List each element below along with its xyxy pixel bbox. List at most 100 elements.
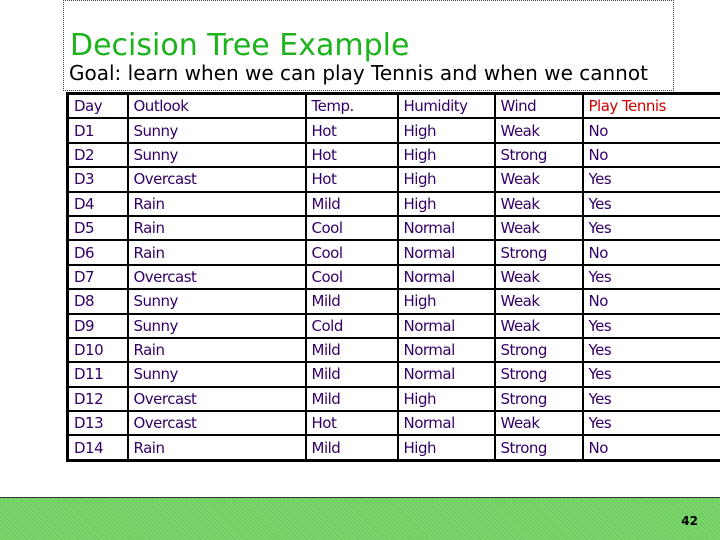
table-cell: High (396, 117, 496, 144)
table-cell: Yes (581, 336, 720, 364)
table-cell: Mild (304, 190, 399, 217)
table-cell: Hot (304, 117, 399, 144)
table-cell: Cool (304, 263, 399, 291)
table-cell: Sunny (126, 117, 307, 144)
column-header: Humidity (396, 92, 496, 120)
table-row: D14 Rain Mild High Strong No (66, 434, 720, 462)
column-header: Play Tennis (581, 92, 720, 120)
column-header: Temp. (304, 92, 399, 120)
table-cell: Hot (304, 410, 399, 437)
table-row: D11 Sunny Mild Normal Strong Yes (66, 361, 720, 388)
table-row: D6 Rain Cool Normal Strong No (66, 239, 720, 266)
table-cell: High (396, 434, 496, 462)
table-cell: Mild (304, 434, 399, 462)
table-cell: Weak (493, 214, 584, 242)
table-cell: D13 (66, 410, 129, 437)
table-cell: Strong (493, 434, 584, 462)
table-row: D3 Overcast Hot High Weak Yes (66, 166, 720, 193)
table-cell: Cool (304, 239, 399, 266)
table-cell: D10 (66, 336, 129, 364)
slide-title: Decision Tree Example (70, 28, 410, 63)
table-cell: Overcast (126, 385, 307, 413)
table-cell: High (396, 190, 496, 217)
table-cell: D11 (66, 361, 129, 388)
table-header-row: Day Outlook Temp. Humidity Wind Play Tennis (66, 92, 720, 120)
table-cell: No (581, 239, 720, 266)
table-cell: Yes (581, 410, 720, 437)
table-cell: Weak (493, 263, 584, 291)
table-cell: Hot (304, 141, 399, 169)
table-cell: Overcast (126, 410, 307, 437)
table-cell: Rain (126, 190, 307, 217)
page-number: 42 (681, 514, 698, 528)
table-cell: High (396, 141, 496, 169)
table-cell: Yes (581, 190, 720, 217)
table-cell: Mild (304, 385, 399, 413)
table-cell: Normal (396, 410, 496, 437)
table-cell: Yes (581, 214, 720, 242)
table-cell: Weak (493, 288, 584, 315)
table-cell: Sunny (126, 288, 307, 315)
table-row: D1 Sunny Hot High Weak No (66, 117, 720, 144)
column-header: Day (66, 92, 129, 120)
table-cell: Rain (126, 434, 307, 462)
table-cell: D1 (66, 117, 129, 144)
table-cell: Yes (581, 263, 720, 291)
table-cell: Cold (304, 312, 399, 339)
table-cell: High (396, 288, 496, 315)
table-cell: Mild (304, 336, 399, 364)
table-cell: Weak (493, 117, 584, 144)
table-cell: Strong (493, 385, 584, 413)
table-cell: D12 (66, 385, 129, 413)
table-cell: Overcast (126, 166, 307, 193)
table-cell: Hot (304, 166, 399, 193)
table-cell: Weak (493, 166, 584, 193)
table-cell: D6 (66, 239, 129, 266)
table-cell: Strong (493, 361, 584, 388)
table-cell: Rain (126, 214, 307, 242)
table-cell: Weak (493, 312, 584, 339)
table-cell: No (581, 141, 720, 169)
table-cell: High (396, 385, 496, 413)
footer-bar: 42 (0, 497, 720, 540)
table-cell: D2 (66, 141, 129, 169)
table-cell: Strong (493, 239, 584, 266)
table-cell: Rain (126, 336, 307, 364)
table-cell: D9 (66, 312, 129, 339)
tennis-data-table: Day Outlook Temp. Humidity Wind Play Tennis D… (66, 92, 720, 462)
table-cell: Normal (396, 239, 496, 266)
table-cell: Normal (396, 312, 496, 339)
table-cell: Sunny (126, 361, 307, 388)
table-cell: Strong (493, 336, 584, 364)
table-cell: Yes (581, 361, 720, 388)
table-cell: Mild (304, 361, 399, 388)
column-header: Outlook (126, 92, 307, 120)
table-cell: High (396, 166, 496, 193)
table-cell: Mild (304, 288, 399, 315)
table-row: D4 Rain Mild High Weak Yes (66, 190, 720, 217)
table-cell: Weak (493, 190, 584, 217)
table-cell: Yes (581, 312, 720, 339)
table-cell: Normal (396, 214, 496, 242)
table-row: D12 Overcast Mild High Strong Yes (66, 385, 720, 413)
table-cell: Weak (493, 410, 584, 437)
table-cell: No (581, 117, 720, 144)
slide-subtitle: Goal: learn when we can play Tennis and … (69, 61, 648, 85)
table-cell: Overcast (126, 263, 307, 291)
column-header: Wind (493, 92, 584, 120)
table-cell: D3 (66, 166, 129, 193)
table-cell: Sunny (126, 312, 307, 339)
table-cell: Normal (396, 336, 496, 364)
table-cell: Normal (396, 263, 496, 291)
table-row: D2 Sunny Hot High Strong No (66, 141, 720, 169)
table-cell: Strong (493, 141, 584, 169)
table-cell: Yes (581, 166, 720, 193)
table-cell: No (581, 434, 720, 462)
table-cell: Normal (396, 361, 496, 388)
table-cell: D14 (66, 434, 129, 462)
table-cell: D5 (66, 214, 129, 242)
table-cell: Yes (581, 385, 720, 413)
table-row: D9 Sunny Cold Normal Weak Yes (66, 312, 720, 339)
table-cell: D4 (66, 190, 129, 217)
table-cell: No (581, 288, 720, 315)
